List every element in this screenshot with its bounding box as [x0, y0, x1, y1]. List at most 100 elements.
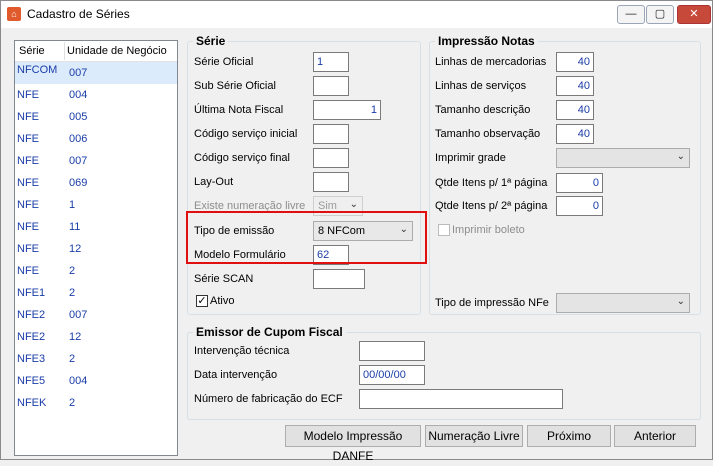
list-item-serie: NFE	[17, 221, 39, 233]
qtde-itens-2-input[interactable]: 0	[556, 196, 603, 216]
imprimir-grade-select[interactable]: ⌄	[556, 148, 690, 168]
tipo-impressao-nfe-label: Tipo de impressão NFe	[435, 297, 549, 309]
ativo-label: Ativo	[210, 295, 235, 307]
imprimir-boleto-label: Imprimir boleto	[452, 224, 525, 236]
linhas-servicos-label: Linhas de serviços	[435, 80, 527, 92]
list-item-unidade: 005	[69, 111, 88, 123]
list-item-serie: NFE3	[17, 353, 46, 365]
codigo-servico-inicial-input[interactable]	[313, 124, 349, 144]
list-item[interactable]: NFE2 12	[15, 326, 177, 348]
list-item[interactable]: NFE 007	[15, 150, 177, 172]
layout-label: Lay-Out	[194, 176, 234, 188]
column-header-unidade[interactable]: Unidade de Negócio	[67, 45, 167, 57]
list-item[interactable]: NFE3 2	[15, 348, 177, 370]
maximize-button[interactable]: ▢	[646, 5, 674, 24]
list-item[interactable]: NFE2 007	[15, 304, 177, 326]
chevron-down-icon: ⌄	[676, 296, 685, 307]
serie-scan-label: Série SCAN	[194, 273, 254, 285]
modelo-impressao-danfe-button[interactable]: Modelo Impressão DANFE	[285, 425, 421, 463]
ultima-nota-input[interactable]: 1	[313, 100, 381, 120]
list-item-unidade: 12	[69, 331, 82, 343]
list-item[interactable]: NFEK 2	[15, 392, 177, 414]
ativo-checkbox[interactable]: ✓	[196, 295, 208, 307]
list-header: Série Unidade de Negócio	[15, 41, 177, 62]
list-item[interactable]: NFE 005	[15, 106, 177, 128]
series-list[interactable]: Série Unidade de Negócio NFCOM 007 NFE 004 N…	[14, 40, 178, 456]
list-item-serie: NFE	[17, 133, 39, 145]
linhas-mercadorias-label: Linhas de mercadorias	[435, 56, 547, 68]
sub-serie-oficial-input[interactable]	[313, 76, 349, 96]
qtde-itens-1-input[interactable]: 0	[556, 173, 603, 193]
list-item[interactable]: NFE 11	[15, 216, 177, 238]
list-item-unidade: 2	[69, 265, 76, 277]
list-item-serie: NFEK	[17, 397, 47, 409]
linhas-mercadorias-input[interactable]: 40	[556, 52, 594, 72]
list-item-serie: NFE2	[17, 331, 46, 343]
list-item[interactable]: NFCOM 007	[15, 62, 177, 84]
tamanho-descricao-input[interactable]: 40	[556, 100, 594, 120]
list-item[interactable]: NFE 2	[15, 260, 177, 282]
numero-fabricacao-label: Número de fabricação do ECF	[194, 393, 343, 405]
serie-oficial-input[interactable]: 1	[313, 52, 349, 72]
list-item[interactable]: NFE 1	[15, 194, 177, 216]
list-item[interactable]: NFE5 004	[15, 370, 177, 392]
anterior-button[interactable]: Anterior	[614, 425, 696, 447]
minimize-button[interactable]: —	[617, 5, 645, 24]
data-intervencao-label: Data intervenção	[194, 369, 278, 381]
list-item-serie: NFE	[17, 89, 39, 101]
linhas-servicos-input[interactable]: 40	[556, 76, 594, 96]
list-item[interactable]: NFE 006	[15, 128, 177, 150]
codigo-servico-final-label: Código serviço final	[194, 152, 290, 164]
impressao-group-title: Impressão Notas	[435, 34, 538, 48]
serie-scan-input[interactable]	[313, 269, 365, 289]
tipo-impressao-nfe-select[interactable]: ⌄	[556, 293, 690, 313]
list-item-unidade: 069	[69, 177, 88, 189]
list-item[interactable]: NFE 004	[15, 84, 177, 106]
list-item-serie: NFE	[17, 111, 39, 123]
tamanho-descricao-label: Tamanho descrição	[435, 104, 531, 116]
imprimir-grade-label: Imprimir grade	[435, 152, 506, 164]
ultima-nota-label: Última Nota Fiscal	[194, 104, 284, 116]
window-title: Cadastro de Séries	[27, 7, 130, 21]
highlight-box	[186, 211, 427, 264]
list-item-unidade: 007	[69, 155, 88, 167]
codigo-servico-final-input[interactable]	[313, 148, 349, 168]
list-item-serie: NFE	[17, 155, 39, 167]
list-item-serie: NFE	[17, 177, 39, 189]
serie-oficial-label: Série Oficial	[194, 56, 254, 68]
list-item-unidade: 007	[69, 67, 88, 79]
proximo-button[interactable]: Próximo	[527, 425, 611, 447]
column-header-serie[interactable]: Série	[19, 45, 45, 57]
qtde-itens-2-label: Qtde Itens p/ 2ª página	[435, 200, 548, 212]
chevron-down-icon: ⌄	[349, 199, 358, 210]
list-item-unidade: 004	[69, 89, 88, 101]
numeracao-livre-button[interactable]: Numeração Livre	[425, 425, 523, 447]
layout-input[interactable]	[313, 172, 349, 192]
intervencao-tecnica-input[interactable]	[359, 341, 425, 361]
list-item-unidade: 2	[69, 287, 76, 299]
list-item-unidade: 004	[69, 375, 88, 387]
app-logo-icon: ⌂	[7, 7, 21, 21]
list-item-unidade: 1	[69, 199, 76, 211]
list-item-unidade: 2	[69, 397, 76, 409]
close-button[interactable]: ✕	[677, 5, 711, 24]
sub-serie-oficial-label: Sub Série Oficial	[194, 80, 276, 92]
numero-fabricacao-input[interactable]	[359, 389, 563, 409]
list-item[interactable]: NFE12	[15, 282, 177, 304]
list-item-serie: NFE	[17, 199, 39, 211]
list-item-serie: NFE5	[17, 375, 46, 387]
window: ⌂ Cadastro de Séries — ▢ ✕ Série Unidade…	[0, 0, 713, 463]
list-item[interactable]: NFE12	[15, 238, 177, 260]
codigo-servico-inicial-label: Código serviço inicial	[194, 128, 298, 140]
data-intervencao-input[interactable]: 00/00/00	[359, 365, 425, 385]
imprimir-boleto-checkbox	[438, 224, 450, 236]
list-item-serie: NFE2	[17, 309, 46, 321]
tamanho-observacao-label: Tamanho observação	[435, 128, 541, 140]
column-separator	[64, 42, 65, 60]
title-bar: ⌂ Cadastro de Séries — ▢ ✕	[1, 1, 712, 28]
list-item[interactable]: NFE 069	[15, 172, 177, 194]
chevron-down-icon: ⌄	[676, 151, 685, 162]
list-item-serie: NFE	[17, 243, 39, 255]
tamanho-observacao-input[interactable]: 40	[556, 124, 594, 144]
list-item-unidade: 11	[69, 221, 81, 233]
